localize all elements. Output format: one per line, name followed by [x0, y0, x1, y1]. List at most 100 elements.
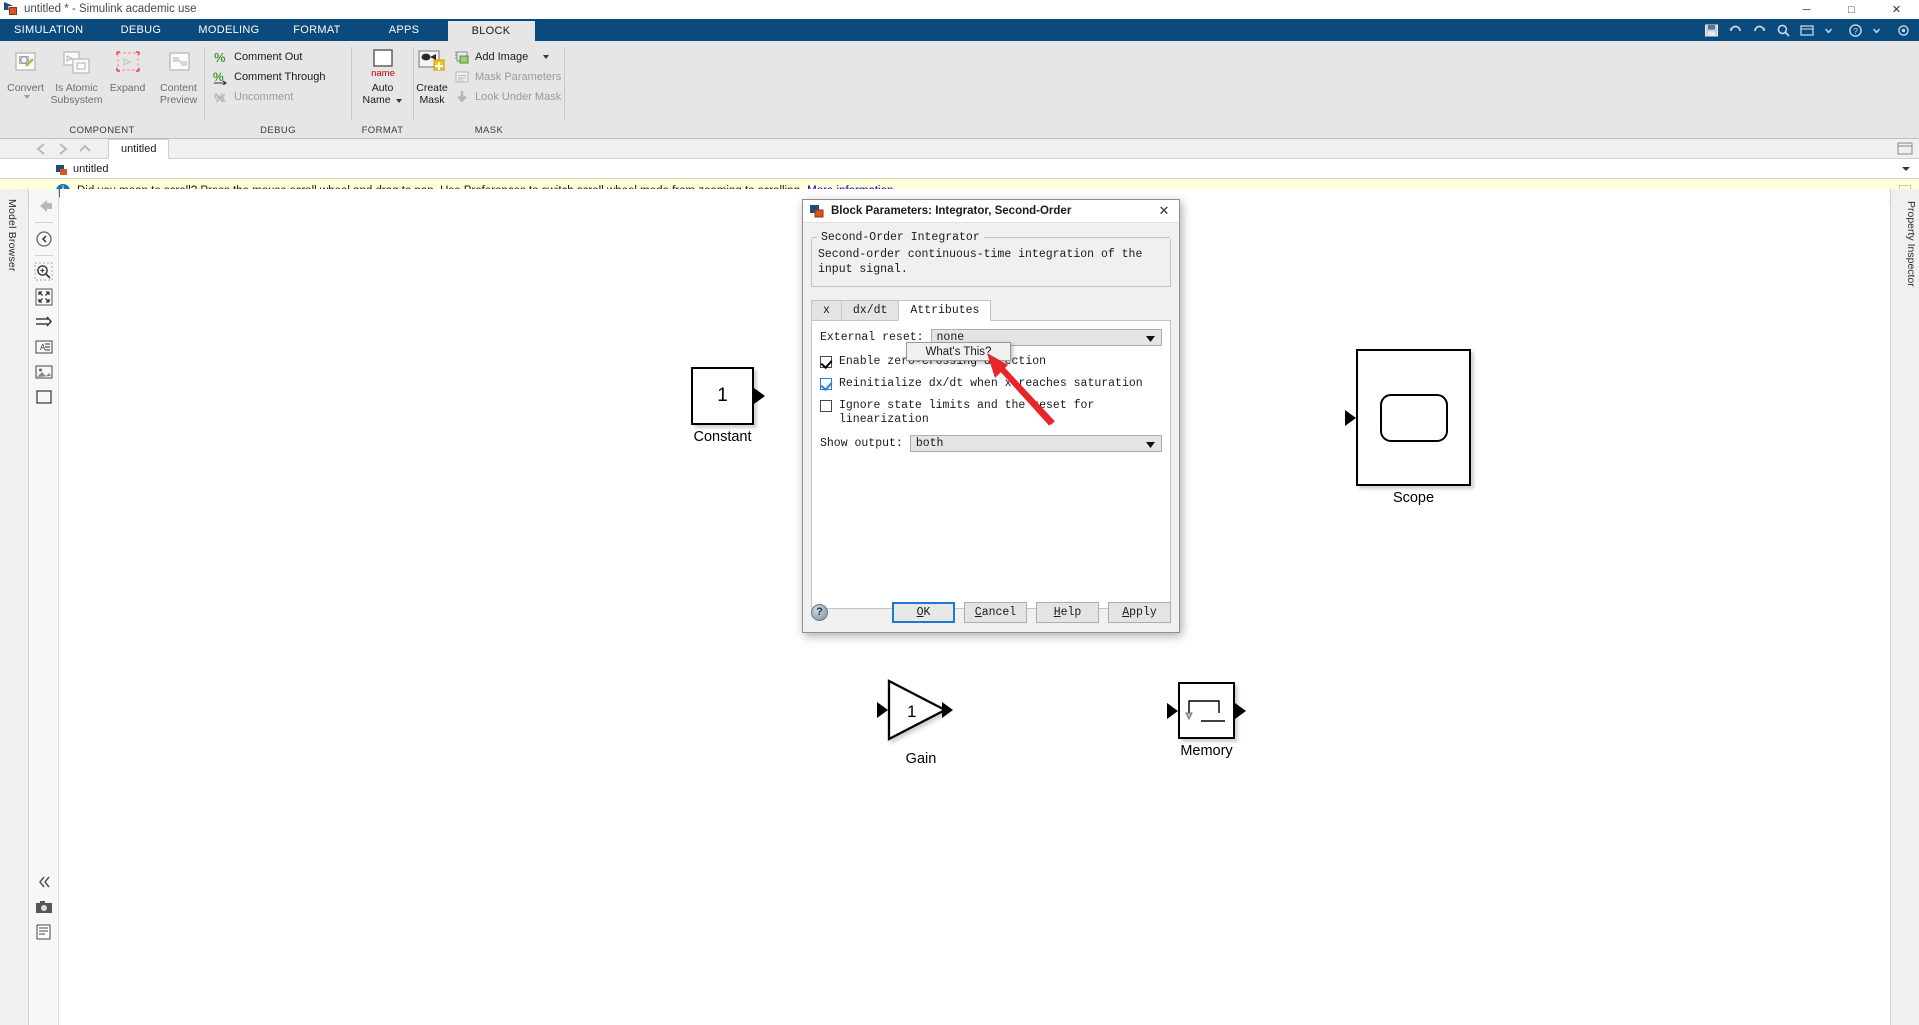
create-mask-icon	[415, 48, 449, 80]
dialog-tab-dxdt[interactable]: dx/dt	[840, 300, 900, 320]
comment-through-label: Comment Through	[234, 71, 326, 83]
whats-this-context-menu[interactable]: What's This?	[906, 342, 1011, 361]
model-icon	[56, 163, 68, 175]
back-circle-icon[interactable]	[32, 227, 56, 251]
help-button[interactable]: Help	[1036, 601, 1099, 623]
apply-button[interactable]: Apply	[1108, 601, 1171, 623]
fit-to-view-icon[interactable]	[32, 285, 56, 309]
auto-name-caret-icon[interactable]	[396, 98, 403, 103]
ignore-state-limits-checkbox[interactable]	[820, 400, 832, 412]
ribbon-tab-debug[interactable]: DEBUG	[97, 19, 184, 41]
svg-text:%: %	[214, 50, 226, 65]
ignore-state-limits-label: Ignore state limits and the reset for li…	[839, 399, 1095, 426]
image-icon[interactable]	[32, 360, 56, 384]
property-inspector-rail[interactable]: Property Inspector	[1890, 189, 1919, 1025]
dialog-tab-attributes[interactable]: Attributes	[898, 300, 992, 321]
reinitialize-dxdt-checkbox[interactable]	[820, 378, 832, 390]
chevron-down-2-icon[interactable]	[1872, 23, 1887, 38]
ignore-state-limits-row[interactable]: Ignore state limits and the reset for li…	[820, 399, 1162, 427]
mask-parameters-icon	[454, 70, 470, 85]
close-button[interactable]: ✕	[1874, 0, 1919, 19]
add-image-label: Add Image	[475, 51, 529, 63]
convert-label: Convert	[7, 82, 44, 94]
window-title: untitled * - Simulink academic use	[24, 3, 197, 15]
show-output-chevron-down-icon[interactable]	[1146, 435, 1155, 453]
zoom-in-icon[interactable]	[32, 260, 56, 284]
signal-icon[interactable]	[32, 310, 56, 334]
help-icon[interactable]: ?	[1848, 23, 1863, 38]
gain-input-port[interactable]	[877, 702, 888, 718]
create-mask-button[interactable]: Create Mask	[414, 46, 450, 108]
redo-icon[interactable]	[1752, 23, 1767, 38]
undo-icon[interactable]	[1728, 23, 1743, 38]
content-preview-icon	[162, 48, 196, 80]
enable-zero-crossing-checkbox[interactable]	[820, 356, 832, 368]
memory-input-port[interactable]	[1167, 703, 1178, 719]
add-image-caret-icon[interactable]	[543, 55, 550, 59]
camera-icon[interactable]	[32, 895, 56, 919]
content-preview-label: Content Preview	[159, 82, 198, 106]
collapse-icon[interactable]	[32, 870, 56, 894]
add-image-button[interactable]: Add Image	[450, 47, 565, 67]
gain-output-port[interactable]	[942, 702, 953, 718]
dialog-tab-x[interactable]: x	[811, 300, 842, 320]
layout-icon[interactable]	[1800, 23, 1815, 38]
save-icon[interactable]	[1704, 23, 1719, 38]
back-arrow-icon[interactable]	[30, 140, 52, 158]
external-reset-chevron-down-icon[interactable]	[1146, 329, 1155, 347]
convert-caret-icon[interactable]	[24, 94, 30, 99]
is-atomic-subsystem-button[interactable]: Is Atomic Subsystem	[51, 46, 102, 108]
area-icon[interactable]	[32, 385, 56, 409]
reinitialize-dxdt-row[interactable]: Reinitialize dx/dt when x reaches satura…	[820, 377, 1162, 391]
comment-out-button[interactable]: % Comment Out	[209, 47, 306, 67]
chevron-down-icon[interactable]	[1824, 23, 1839, 38]
ribbon-group-label-format: FORMAT	[361, 125, 404, 136]
scope-input-port[interactable]	[1345, 410, 1356, 426]
dialog-close-icon[interactable]: ✕	[1153, 202, 1175, 220]
gain-block[interactable]: 1 Gain	[877, 679, 957, 767]
comment-through-button[interactable]: % Comment Through	[209, 67, 330, 87]
ribbon-tab-modeling[interactable]: MODELING	[184, 19, 273, 41]
model-tab-untitled[interactable]: untitled	[108, 138, 170, 159]
maximize-button[interactable]: □	[1829, 0, 1874, 19]
window-controls: ─ □ ✕	[1784, 0, 1919, 19]
settings-gear-icon[interactable]	[1896, 23, 1911, 38]
look-under-mask-button[interactable]: Look Under Mask	[450, 87, 565, 107]
back-navigate-icon[interactable]	[32, 194, 56, 218]
uncomment-button[interactable]: % Uncomment	[209, 87, 297, 107]
breadcrumb-chevron-down-icon[interactable]	[1901, 160, 1911, 178]
constant-output-port[interactable]	[754, 388, 765, 404]
dialog-attributes-panel: External reset: none Enable zero-crossin…	[811, 321, 1171, 609]
block-parameters-dialog[interactable]: Block Parameters: Integrator, Second-Ord…	[802, 199, 1180, 633]
convert-icon	[9, 48, 43, 80]
auto-name-button[interactable]: name Auto Name	[357, 46, 408, 108]
mask-parameters-button[interactable]: Mask Parameters	[450, 67, 565, 87]
uncomment-icon: %	[213, 90, 229, 105]
constant-block[interactable]: 1 Constant	[691, 367, 765, 445]
ok-button[interactable]: OK	[892, 601, 955, 623]
minimize-button[interactable]: ─	[1784, 0, 1829, 19]
dialog-help-icon[interactable]: ?	[811, 603, 828, 621]
model-browser-rail[interactable]: Model Browser	[0, 189, 29, 1025]
content-preview-button[interactable]: Content Preview	[153, 46, 204, 108]
ribbon-tab-block[interactable]: BLOCK	[447, 19, 535, 41]
breadcrumb-text[interactable]: untitled	[73, 163, 108, 175]
ribbon-group-label-debug: DEBUG	[260, 125, 296, 136]
reinitialize-dxdt-label: Reinitialize dx/dt when x reaches satura…	[839, 377, 1143, 390]
forward-arrow-icon[interactable]	[52, 140, 74, 158]
ribbon-tab-simulation[interactable]: SIMULATION	[0, 19, 97, 41]
show-output-dropdown[interactable]: both	[909, 435, 1162, 453]
cancel-button[interactable]: Cancel	[964, 601, 1027, 623]
up-arrow-icon[interactable]	[74, 140, 96, 158]
annotation-icon[interactable]: A	[32, 335, 56, 359]
report-icon[interactable]	[32, 920, 56, 944]
panel-icon[interactable]	[1897, 142, 1913, 160]
memory-block[interactable]: Memory	[1167, 682, 1246, 759]
search-icon[interactable]	[1776, 23, 1791, 38]
convert-button[interactable]: Convert	[0, 46, 51, 101]
scope-block[interactable]: Scope	[1345, 349, 1471, 506]
expand-button[interactable]: Expand	[102, 46, 153, 97]
ribbon-tab-format[interactable]: FORMAT	[274, 19, 361, 41]
memory-output-port[interactable]	[1235, 703, 1246, 719]
ribbon-tab-apps[interactable]: APPS	[361, 19, 448, 41]
